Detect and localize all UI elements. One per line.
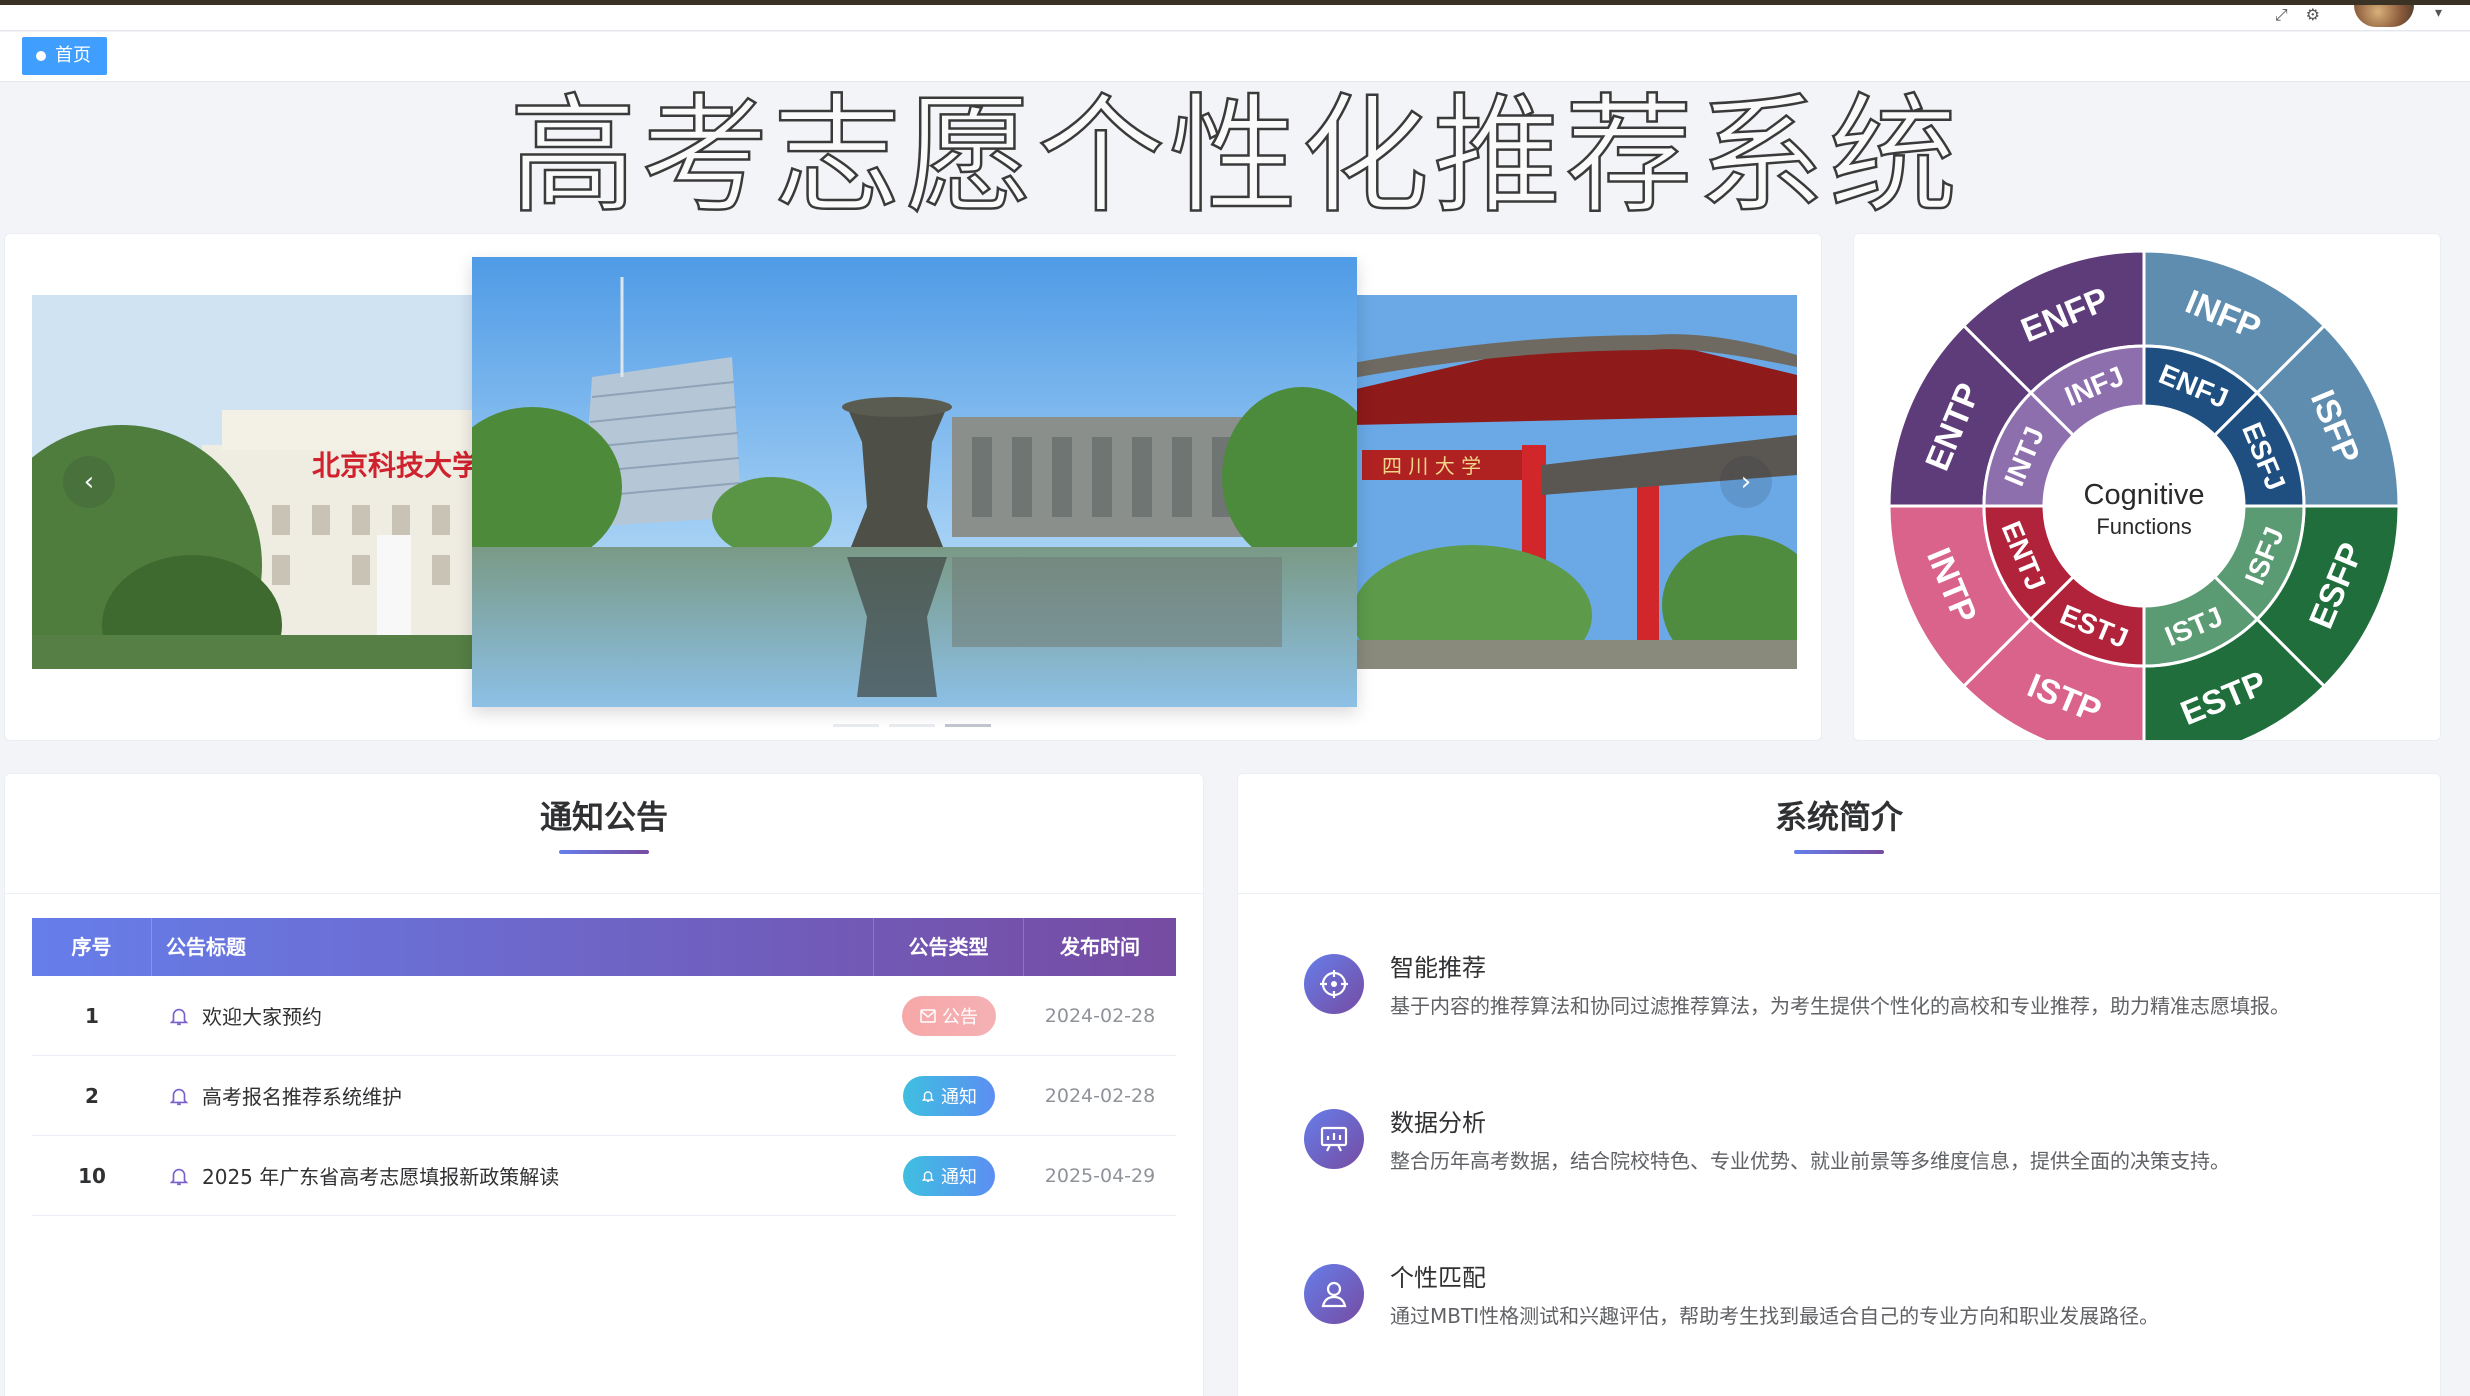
bell-icon (169, 1008, 189, 1025)
campus-carousel[interactable]: 北京科技大学 四 川 大 学 ‹ › (4, 233, 1822, 741)
fullscreen-icon[interactable]: ⤢ (2275, 5, 2288, 25)
page-title: 高考志愿个性化推荐系统 (508, 81, 1961, 233)
bell-icon (169, 1088, 189, 1105)
table-row[interactable]: 2 高考报名推荐系统维护 通知 2024-02-28 (32, 1056, 1176, 1136)
scu-sign: 四 川 大 学 (1382, 454, 1481, 478)
row-date: 2024-02-28 (1044, 1004, 1156, 1027)
col-date-header[interactable]: 发布时间 (1024, 918, 1176, 976)
table-header: 序号 公告标题 公告类型 发布时间 (32, 918, 1176, 976)
row-date: 2024-02-28 (1044, 1084, 1156, 1107)
row-type-cell: 公告 (874, 995, 1024, 1036)
col-type-header[interactable]: 公告类型 (874, 918, 1024, 976)
user-icon (1304, 1264, 1364, 1324)
title-underline (1794, 850, 1884, 854)
mbti-cognitive-functions-card: ENFP INFP ISFP ESFP ESTP ISTP INTP ENTP INFJ ENF… (1853, 233, 2441, 741)
type-badge-label: 通知 (941, 1086, 977, 1108)
bell-icon (921, 1170, 935, 1182)
feature-title: 个性匹配 (1390, 1264, 1486, 1292)
tag-home-label: 首页 (55, 45, 91, 66)
avatar[interactable] (2354, 5, 2414, 27)
notice-card: 通知公告 序号 公告标题 公告类型 发布时间 1 欢迎大家预约 公告 2024-… (4, 773, 1204, 1396)
type-badge-label: 通知 (941, 1166, 977, 1188)
mail-icon (920, 1008, 936, 1023)
carousel-indicator[interactable] (833, 724, 879, 727)
feature-desc: 基于内容的推荐算法和协同过滤推荐算法，为考生提供个性化的高校和专业推荐，助力精准… (1390, 994, 2290, 1018)
carousel-indicator[interactable] (889, 724, 935, 727)
top-navbar: ⤢ ⚙ ▾ (0, 5, 2470, 31)
title-underline (559, 850, 649, 854)
row-title[interactable]: 高考报名推荐系统维护 (202, 1081, 402, 1110)
wheel-center-title: Cognitive (2084, 479, 2205, 511)
settings-icon[interactable]: ⚙ (2306, 5, 2320, 25)
carousel-indicators (833, 724, 991, 727)
notice-header: 通知公告 (5, 774, 1203, 894)
col-title-header[interactable]: 公告标题 (152, 918, 874, 976)
carousel-indicator-active[interactable] (945, 724, 991, 727)
campus-lake-image (472, 257, 1357, 707)
bell-icon (921, 1090, 935, 1102)
carousel-slide-active[interactable] (472, 257, 1357, 707)
target-icon (1304, 954, 1364, 1014)
feature-desc: 通过MBTI性格测试和兴趣评估，帮助考生找到最适合自己的专业方向和职业发展路径。 (1390, 1304, 2160, 1328)
feature-title: 数据分析 (1390, 1109, 1486, 1137)
wheel-center-subtitle: Functions (2096, 514, 2191, 539)
table-row[interactable]: 10 2025 年广东省高考志愿填报新政策解读 通知 2025-04-29 (32, 1136, 1176, 1216)
row-type-cell: 通知 (874, 1155, 1024, 1196)
caret-down-icon[interactable]: ▾ (2435, 5, 2442, 21)
col-index-header[interactable]: 序号 (32, 918, 152, 976)
row-title-cell[interactable]: 2025 年广东省高考志愿填报新政策解读 (152, 1161, 874, 1190)
row-index: 2 (85, 1083, 99, 1108)
carousel-prev-button[interactable]: ‹ (63, 456, 115, 508)
ustb-sign: 北京科技大学 (312, 449, 477, 482)
type-badge-label: 公告 (942, 1006, 978, 1028)
row-date: 2025-04-29 (1044, 1164, 1156, 1187)
feature-title: 智能推荐 (1390, 954, 1486, 982)
feature-desc: 整合历年高考数据，结合院校特色、专业优势、就业前景等多维度信息，提供全面的决策支… (1390, 1149, 2230, 1173)
bell-icon (169, 1168, 189, 1185)
type-badge-announce: 公告 (902, 995, 996, 1036)
row-title[interactable]: 欢迎大家预约 (202, 1001, 322, 1030)
intro-header: 系统简介 (1238, 774, 2440, 894)
type-badge-notice: 通知 (903, 1075, 995, 1116)
row-index: 10 (78, 1163, 106, 1188)
chart-board-icon (1304, 1109, 1364, 1169)
notice-title: 通知公告 (539, 798, 668, 836)
tag-home[interactable]: 首页 (22, 37, 107, 75)
row-type-cell: 通知 (874, 1075, 1024, 1116)
type-badge-notice: 通知 (903, 1155, 995, 1196)
tags-view-bar: 首页 (0, 32, 2470, 82)
table-row[interactable]: 1 欢迎大家预约 公告 2024-02-28 (32, 976, 1176, 1056)
mbti-wheel: ENFP INFPISFPESFPESTPISTPINTPENTP INFJ ENF… (1887, 249, 2401, 740)
active-dot-icon (36, 51, 46, 61)
notice-table: 序号 公告标题 公告类型 发布时间 1 欢迎大家预约 公告 2024-02-28… (32, 918, 1176, 1216)
row-title-cell[interactable]: 高考报名推荐系统维护 (152, 1081, 874, 1110)
navbar-tools: ⤢ ⚙ (2275, 5, 2320, 25)
intro-card: 系统简介 智能推荐 基于内容的推荐算法和协同过滤推荐算法，为考生提供个性化的高校… (1237, 773, 2441, 1396)
intro-title: 系统简介 (1774, 798, 1903, 836)
row-title-cell[interactable]: 欢迎大家预约 (152, 1001, 874, 1030)
row-title[interactable]: 2025 年广东省高考志愿填报新政策解读 (202, 1161, 559, 1190)
row-index: 1 (85, 1003, 99, 1028)
carousel-next-button[interactable]: › (1720, 456, 1772, 508)
